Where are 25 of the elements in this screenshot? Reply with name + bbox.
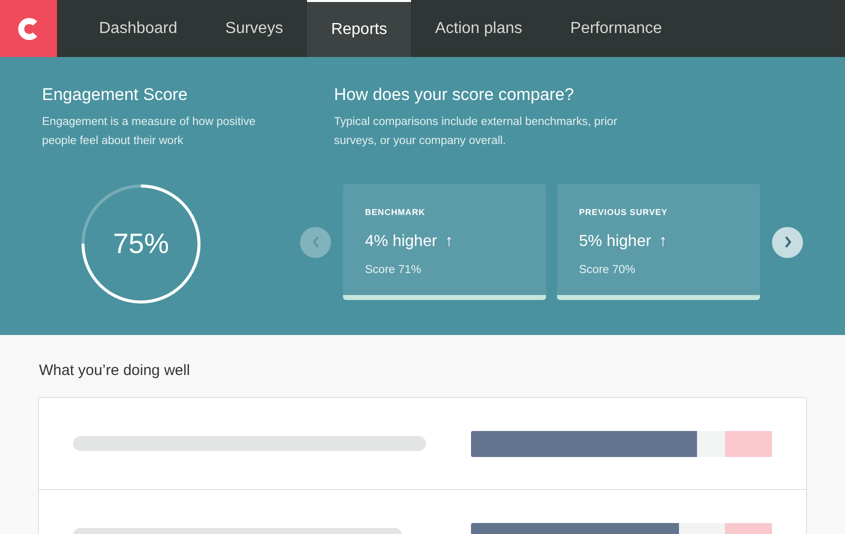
score-text: Score 70%	[579, 264, 636, 276]
card-label: BENCHMARK	[365, 207, 426, 217]
negative-segment	[725, 430, 772, 456]
card-label: PREVIOUS SURVEY	[579, 207, 668, 217]
logo[interactable]	[0, 0, 57, 57]
next-button[interactable]	[772, 226, 803, 258]
section-title: What you’re doing well	[39, 362, 190, 379]
nav-tab[interactable]: Reports	[307, 0, 412, 57]
nav-tab[interactable]: Surveys	[201, 0, 308, 57]
up-arrow-icon: ↑	[659, 233, 668, 251]
chevron-right-icon	[784, 236, 792, 248]
nav-tab[interactable]: Performance	[546, 0, 686, 57]
score-value: 75%	[112, 227, 170, 261]
description: Typical comparisons include external benchmarks, prior surveys, or your company overall.	[334, 115, 618, 149]
chevron-left-icon	[312, 236, 320, 248]
comparison-value: 5% higher	[579, 233, 652, 251]
section-title: How does your score compare?	[334, 85, 576, 105]
nav-tab[interactable]: Dashboard	[75, 0, 202, 57]
up-arrow-icon: ↑	[445, 233, 454, 251]
nav-tab[interactable]: Action plans	[411, 0, 546, 57]
section-title: Engagement Score	[42, 85, 189, 105]
description: Engagement is a measure of how positive people feel about their work	[42, 115, 257, 149]
logo-icon	[18, 18, 40, 40]
score-text: Score 71%	[365, 264, 422, 276]
comparison-value: 4% higher	[365, 233, 438, 251]
